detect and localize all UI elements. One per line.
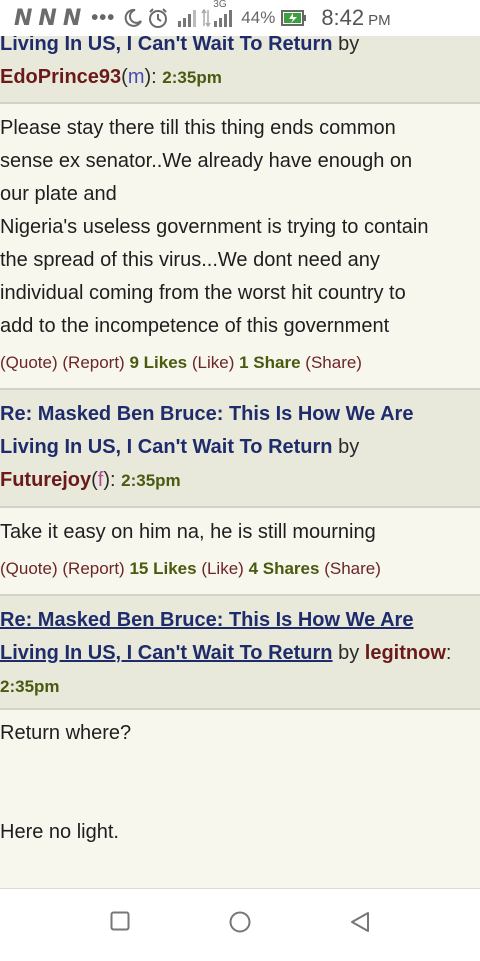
post-text-line: individual coming from the worst hit cou… xyxy=(0,282,406,304)
post-text-line: Here no light. xyxy=(0,821,119,843)
by-label: by xyxy=(338,642,360,664)
clock-time: 8:42 xyxy=(321,5,365,30)
paren-open: ( xyxy=(121,66,128,88)
post-text-line: Nigeria's useless government is trying t… xyxy=(0,216,429,238)
post-text-line: the spread of this virus...We dont need … xyxy=(0,249,380,271)
paren-close: ): xyxy=(144,66,163,88)
like-link[interactable]: (Like) xyxy=(201,559,244,578)
post-text-line: our plate and xyxy=(0,183,117,205)
post-text-line: Please stay there till this thing ends c… xyxy=(0,117,396,139)
post-time: 2:35pm xyxy=(0,677,60,696)
system-nav-bar xyxy=(0,888,480,961)
colon: : xyxy=(445,642,452,664)
post-header: Re: Masked Ben Bruce: This Is How We Are… xyxy=(0,594,480,710)
recents-button[interactable] xyxy=(110,911,130,936)
back-button[interactable] xyxy=(349,911,371,938)
post-time: 2:35pm xyxy=(121,471,181,490)
triangle-back-icon xyxy=(351,912,369,932)
clock-ampm: PM xyxy=(368,11,391,29)
square-icon xyxy=(110,911,130,931)
username-link[interactable]: Futurejoy xyxy=(0,469,91,491)
share-link[interactable]: (Share) xyxy=(324,559,381,578)
network-3g-icon: 3G xyxy=(213,0,235,27)
quote-link[interactable]: (Quote) xyxy=(0,559,58,578)
post-body: Take it easy on him na, he is still mour… xyxy=(0,508,480,594)
gender-badge: m xyxy=(127,66,145,88)
post-title-link[interactable]: Re: Masked Ben Bruce: This Is How We Are xyxy=(0,403,413,425)
notification-n-icon: N xyxy=(14,5,33,31)
post-actions: (Quote) (Report) 9 Likes (Like) 1 Share … xyxy=(0,349,362,377)
paren-open: ( xyxy=(91,469,98,491)
alarm-icon xyxy=(147,7,169,29)
post-title-link[interactable]: Living In US, I Can't Wait To Return xyxy=(0,33,333,55)
data-arrows-icon xyxy=(201,9,211,27)
forum-thread: Living In US, I Can't Wait To Return by … xyxy=(0,0,480,888)
report-link[interactable]: (Report) xyxy=(62,353,124,372)
by-label: by xyxy=(338,436,360,458)
post-text-line: Return where? xyxy=(0,722,132,744)
post-title-link[interactable]: Living In US, I Can't Wait To Return xyxy=(0,642,333,664)
likes-count: 15 Likes xyxy=(129,559,197,578)
quote-link[interactable]: (Quote) xyxy=(0,353,58,372)
post-time: 2:35pm xyxy=(162,68,222,87)
shares-count: 4 Shares xyxy=(248,559,320,578)
report-link[interactable]: (Report) xyxy=(62,559,124,578)
likes-count: 9 Likes xyxy=(129,353,188,372)
by-label: by xyxy=(338,33,360,55)
post-body: Return where? Here no light. xyxy=(0,710,480,888)
notification-n-icon: N xyxy=(38,5,57,31)
post-text-line: add to the incompetence of this governme… xyxy=(0,315,390,337)
username-link[interactable]: legitnow xyxy=(365,642,446,664)
post-actions: (Quote) (Report) 15 Likes (Like) 4 Share… xyxy=(0,555,381,583)
more-notifications-icon: ••• xyxy=(91,6,116,29)
battery-charging-icon xyxy=(281,10,307,26)
post-header: Re: Masked Ben Bruce: This Is How We Are… xyxy=(0,388,480,508)
notification-n-icon: N xyxy=(62,5,82,31)
post-title-link[interactable]: Re: Masked Ben Bruce: This Is How We Are xyxy=(0,609,413,631)
post-text-line: Take it easy on him na, he is still mour… xyxy=(0,521,376,543)
shares-count: 1 Share xyxy=(239,353,301,372)
post-body: Please stay there till this thing ends c… xyxy=(0,104,480,388)
home-button[interactable] xyxy=(229,911,251,938)
moon-icon xyxy=(123,8,143,28)
post-title-link[interactable]: Living In US, I Can't Wait To Return xyxy=(0,436,333,458)
post-text-line: sense ex senator..We already have enough… xyxy=(0,150,413,172)
like-link[interactable]: (Like) xyxy=(192,353,235,372)
signal-icon xyxy=(177,9,199,27)
battery-percent: 44% xyxy=(241,8,276,27)
username-link[interactable]: EdoPrince93 xyxy=(0,66,121,88)
network-type-label: 3G xyxy=(213,0,227,10)
paren-close: ): xyxy=(103,469,122,491)
circle-icon xyxy=(229,911,251,933)
status-bar: N N N ••• 3G 44% 8:42 PM xyxy=(0,0,480,36)
share-link[interactable]: (Share) xyxy=(305,353,362,372)
